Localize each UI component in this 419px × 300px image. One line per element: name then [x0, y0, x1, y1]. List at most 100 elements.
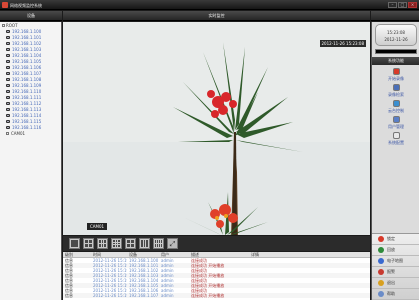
col-time[interactable]: 时间	[91, 252, 127, 257]
function-item[interactable]: 用户管理	[372, 116, 419, 130]
table-row[interactable]: 信息 2012-11-26 15:19:18192.168.1.107admin 连…	[63, 293, 370, 298]
device-label: 192.168.1.104	[12, 52, 42, 58]
device-label: 192.168.1.114	[12, 112, 42, 118]
function-label: 系统配置	[388, 140, 404, 145]
camera-icon	[6, 83, 10, 87]
status-strip	[375, 49, 417, 54]
device-label: 192.168.1.102	[12, 40, 42, 46]
camera-icon	[6, 101, 10, 105]
osd-camera-label: CAM01	[87, 223, 108, 230]
tree-root-label: ROOT	[6, 22, 18, 28]
log-cell-level: 信息	[65, 293, 73, 298]
close-button[interactable]: ×	[408, 2, 417, 8]
menu-item-label: 锁定	[387, 236, 395, 241]
camera-icon	[6, 59, 10, 63]
title-bar: 网络视频监控系统 – □ ×	[0, 0, 419, 10]
camera-icon	[6, 113, 10, 117]
layout-toolbar: ⤢	[63, 236, 370, 251]
function-label: 用户管理	[388, 124, 404, 129]
log-cell-device: 192.168.1.107	[129, 293, 159, 298]
log-cell-time: 2012-11-26 15:19:18	[93, 293, 127, 298]
function-header: 系统功能	[372, 57, 419, 65]
clock-time: 15:23:08	[387, 30, 405, 35]
function-item[interactable]: 系统配置	[372, 132, 419, 146]
camera-icon	[6, 95, 10, 99]
menu-item-label: 电子地图	[387, 258, 403, 263]
right-panel-header	[371, 11, 419, 21]
device-label: 192.168.1.105	[12, 58, 42, 64]
video-view[interactable]: 2012-11-26 15:23:08 CAM01	[63, 22, 370, 235]
camera-icon	[6, 71, 10, 75]
col-device[interactable]: 设备	[127, 252, 159, 257]
function-label: 录像检索	[388, 92, 404, 97]
function-item[interactable]: 云台控制	[372, 100, 419, 114]
col-user[interactable]: 用户	[159, 252, 189, 257]
config-icon	[392, 132, 400, 139]
camera-icon	[6, 107, 10, 111]
clock-date: 2012-11-26	[384, 37, 408, 42]
window-controls: – □ ×	[388, 2, 417, 8]
layout-9-button[interactable]	[111, 238, 122, 249]
camera-icon	[6, 77, 10, 81]
device-label: 192.168.1.115	[12, 118, 42, 124]
device-label: 192.168.1.100	[12, 28, 42, 34]
function-label: 云台控制	[388, 108, 404, 113]
lock-icon	[378, 236, 384, 242]
camera-icon	[6, 41, 10, 45]
menu-item-label: 帮助	[387, 291, 395, 296]
menu-item[interactable]: 电子地图	[372, 256, 419, 267]
menu-item-label: 报警	[387, 269, 395, 274]
layout-4-button[interactable]	[83, 238, 94, 249]
layout-8-button[interactable]	[125, 238, 136, 249]
layout-6-button[interactable]	[97, 238, 108, 249]
clock: 15:23:08 2012-11-26	[375, 24, 417, 46]
menu-item[interactable]: 报警	[372, 267, 419, 278]
device-panel-header: 设备	[0, 11, 62, 21]
device-label: 192.168.1.116	[12, 124, 42, 130]
menu-item[interactable]: 回放	[372, 245, 419, 256]
collapse-icon[interactable]	[2, 23, 5, 27]
minimize-button[interactable]: –	[388, 2, 397, 8]
osd-timestamp: 2012-11-26 15:23:08	[319, 40, 366, 47]
device-group-label: CAM01	[11, 130, 26, 136]
function-item[interactable]: 开始录像	[372, 68, 419, 82]
col-detail[interactable]: 详情	[249, 252, 370, 257]
playback-icon	[378, 247, 384, 253]
layout-1-button[interactable]	[69, 238, 80, 249]
camera-icon	[6, 35, 10, 39]
layout-13-button[interactable]	[139, 238, 150, 249]
function-label: 开始录像	[388, 76, 404, 81]
camera-icon	[6, 47, 10, 51]
col-level[interactable]: 级别	[63, 252, 91, 257]
playback-icon	[392, 84, 400, 91]
device-tree: ROOT 192.168.1.100 192.168.1.101 192.168.1…	[0, 22, 62, 300]
app-logo	[2, 2, 8, 8]
device-label: 192.168.1.112	[12, 100, 42, 106]
fullscreen-button[interactable]: ⤢	[167, 238, 178, 249]
device-label: 192.168.1.110	[12, 88, 42, 94]
menu-item[interactable]: 帮助	[372, 289, 419, 300]
camera-icon	[6, 89, 10, 93]
window-title: 网络视频监控系统	[10, 3, 42, 8]
log-cell-user: admin	[161, 293, 174, 298]
menu-item-label: 退出	[387, 280, 395, 285]
camera-icon	[6, 125, 10, 129]
function-item[interactable]: 录像检索	[372, 84, 419, 98]
right-panel: 15:23:08 2012-11-26 系统功能 开始录像录像检索云台控制用户管…	[371, 22, 419, 300]
device-label: 192.168.1.113	[12, 106, 42, 112]
device-group-item[interactable]: CAM01	[0, 130, 61, 136]
device-label: 192.168.1.108	[12, 76, 42, 82]
col-desc[interactable]: 描述	[189, 252, 249, 257]
layout-16-button[interactable]	[153, 238, 164, 249]
alarm-icon	[378, 269, 384, 275]
camera-icon	[6, 29, 10, 33]
collapse-icon[interactable]	[6, 131, 9, 135]
video-frame-plant-image	[63, 22, 370, 235]
menu-item-label: 回放	[387, 247, 395, 252]
menu-item[interactable]: 退出	[372, 278, 419, 289]
bottom-menu: 锁定回放电子地图报警退出帮助	[372, 233, 419, 300]
record-icon	[392, 68, 400, 75]
menu-item[interactable]: 锁定	[372, 234, 419, 245]
maximize-button[interactable]: □	[398, 2, 407, 8]
device-label: 192.168.1.109	[12, 82, 42, 88]
